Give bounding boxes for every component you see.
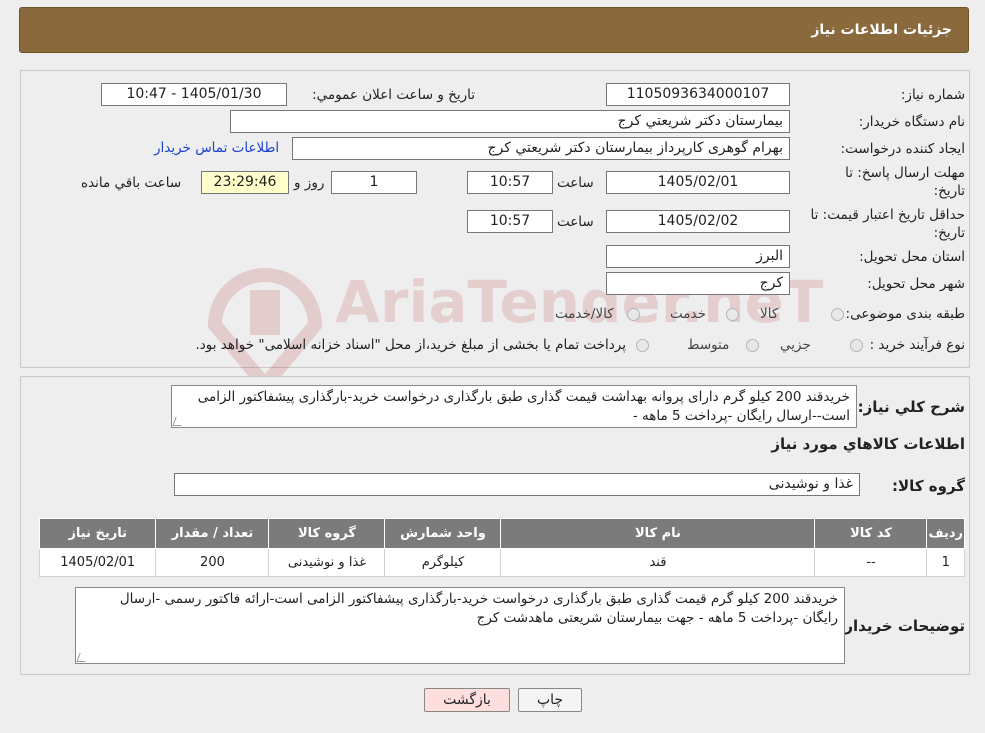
province-field[interactable]: البرز bbox=[606, 245, 790, 268]
process-minor-radio[interactable] bbox=[850, 339, 863, 352]
page-header: جزئیات اطلاعات نیاز bbox=[19, 7, 969, 53]
category-goods-label: كالا bbox=[760, 306, 779, 322]
deadline-time-field[interactable]: 10:57 bbox=[467, 171, 553, 194]
resize-grip-icon[interactable] bbox=[76, 653, 89, 662]
validity-time-field[interactable]: 10:57 bbox=[467, 210, 553, 233]
resize-grip-icon[interactable] bbox=[172, 417, 185, 426]
table-row: 1 -- قند كيلوگرم غذا و نوشيدنی 200 1405/… bbox=[38, 548, 965, 577]
table-header-row: رديف كد كالا نام كالا واحد شمارش گروه كا… bbox=[38, 518, 965, 549]
summary-textarea[interactable]: خریدقند 200 کیلو گرم دارای پروانه بهداشت… bbox=[171, 385, 857, 428]
validity-date-field[interactable]: 1405/02/02 bbox=[606, 210, 790, 233]
cell-group: غذا و نوشيدنی bbox=[268, 548, 386, 577]
group-label: گروه كالا: bbox=[892, 477, 965, 495]
buyer-org-field[interactable]: بيمارستان دكتر شريعتي كرج bbox=[230, 110, 790, 133]
deadline-time-label: ساعت bbox=[557, 175, 594, 191]
notes-textarea[interactable]: خریدقند 200 کیلو گرم قیمت گذاری طبق بارگ… bbox=[75, 587, 845, 664]
deadline-date-field[interactable]: 1405/02/01 bbox=[606, 171, 790, 194]
summary-label: شرح كلي نياز: bbox=[857, 398, 965, 416]
print-button[interactable]: چاپ bbox=[518, 688, 582, 712]
cell-item-name: قند bbox=[500, 548, 816, 577]
city-field[interactable]: كرج bbox=[606, 272, 790, 295]
city-label: شهر محل تحويل: bbox=[867, 276, 965, 292]
col-item-name: نام كالا bbox=[500, 518, 816, 549]
col-need-date: تاريخ نياز bbox=[38, 518, 157, 549]
process-treasury-radio[interactable] bbox=[636, 339, 649, 352]
remaining-label: ساعت باقي مانده bbox=[81, 175, 182, 191]
province-label: استان محل تحويل: bbox=[859, 249, 965, 265]
col-quantity: تعداد / مقدار bbox=[155, 518, 270, 549]
buyer-org-label: نام دستگاه خريدار: bbox=[858, 114, 965, 130]
category-goods-radio[interactable] bbox=[831, 308, 844, 321]
cell-quantity: 200 bbox=[155, 548, 270, 577]
summary-text: خریدقند 200 کیلو گرم دارای پروانه بهداشت… bbox=[197, 389, 850, 424]
validity-time-label: ساعت bbox=[557, 214, 594, 230]
category-both-label: كالا/خدمت bbox=[555, 306, 614, 322]
days-label: روز و bbox=[294, 175, 325, 191]
creator-field[interactable]: بهرام گوهری کارپرداز بیمارستان دكتر شريع… bbox=[292, 137, 790, 160]
items-table: رديف كد كالا نام كالا واحد شمارش گروه كا… bbox=[38, 518, 965, 577]
cell-need-date: 1405/02/01 bbox=[38, 548, 157, 577]
buyer-contact-link[interactable]: اطلاعات تماس خريدار bbox=[154, 140, 279, 156]
process-note: پرداخت تمام یا بخشی از مبلغ خرید،از محل … bbox=[195, 337, 626, 353]
deadline-label-2: تاریخ: bbox=[933, 183, 965, 199]
items-section-title: اطلاعات كالاهاي مورد نياز bbox=[771, 435, 965, 453]
validity-label: حداقل تاريخ اعتبار قيمت: تا bbox=[810, 207, 965, 223]
days-count-field[interactable]: 1 bbox=[331, 171, 417, 194]
col-row-number: رديف bbox=[926, 518, 965, 549]
col-unit: واحد شمارش bbox=[384, 518, 502, 549]
cell-unit: كيلوگرم bbox=[384, 548, 502, 577]
category-service-label: خدمت bbox=[670, 306, 706, 322]
announce-field[interactable]: 1405/01/30 - 10:47 bbox=[101, 83, 287, 106]
process-medium-radio[interactable] bbox=[746, 339, 759, 352]
deadline-label: مهلت ارسال پاسخ: تا bbox=[845, 165, 965, 181]
page-title: جزئیات اطلاعات نیاز bbox=[811, 22, 952, 38]
process-medium-label: متوسط bbox=[687, 337, 730, 353]
col-group: گروه كالا bbox=[268, 518, 386, 549]
creator-label: ايجاد كننده درخواست: bbox=[840, 141, 965, 157]
cell-row-number: 1 bbox=[926, 548, 965, 577]
validity-label-2: تاريخ: bbox=[933, 225, 965, 241]
group-field[interactable]: غذا و نوشيدنی bbox=[174, 473, 860, 496]
announce-label: تاریخ و ساعت اعلان عمومي: bbox=[312, 87, 475, 103]
col-item-code: كد كالا bbox=[814, 518, 928, 549]
need-number-field[interactable]: 1105093634000107 bbox=[606, 83, 790, 106]
need-number-label: شماره نیاز: bbox=[900, 87, 965, 103]
category-service-radio[interactable] bbox=[726, 308, 739, 321]
category-label: طبقه بندی موضوعی: bbox=[845, 306, 965, 322]
notes-text: خریدقند 200 کیلو گرم قیمت گذاری طبق بارگ… bbox=[119, 591, 838, 626]
back-button[interactable]: بازگشت bbox=[424, 688, 510, 712]
process-minor-label: جزيي bbox=[780, 337, 811, 353]
process-label: نوع فرآيند خريد : bbox=[869, 337, 965, 353]
category-both-radio[interactable] bbox=[627, 308, 640, 321]
cell-item-code: -- bbox=[814, 548, 928, 577]
notes-label: توضيحات خريدار: bbox=[838, 617, 965, 635]
remaining-time-field: 23:29:46 bbox=[201, 171, 289, 194]
